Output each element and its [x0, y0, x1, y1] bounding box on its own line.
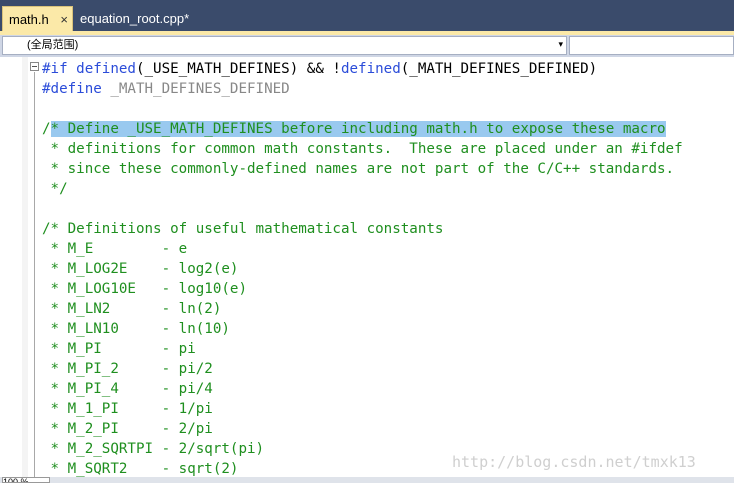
code-token: _MATH_DEFINES_DEFINED	[110, 81, 290, 97]
code-token: /	[42, 121, 51, 137]
change-margin	[22, 57, 28, 477]
code-line[interactable]: * definitions for common math constants.…	[42, 139, 734, 159]
close-icon[interactable]: ×	[60, 7, 68, 32]
member-dropdown[interactable]	[569, 36, 734, 55]
watermark: http://blog.csdn.net/tmxk13	[452, 453, 696, 471]
tab-label: equation_root.cpp*	[80, 11, 190, 26]
code-line[interactable]	[42, 99, 734, 119]
code-token: * M_1_PI - 1/pi	[42, 401, 213, 417]
code-token: * M_LOG2E - log2(e)	[42, 261, 239, 277]
code-line[interactable]	[42, 199, 734, 219]
code-token: */	[42, 181, 68, 197]
code-line[interactable]: * M_LN2 - ln(2)	[42, 299, 734, 319]
code-line[interactable]: * M_2_PI - 2/pi	[42, 419, 734, 439]
code-token: * M_PI_2 - pi/2	[42, 361, 213, 377]
scope-dropdown-value: (全局范围)	[27, 39, 79, 51]
scope-dropdown[interactable]: (全局范围) ▾	[2, 36, 567, 55]
code-token: * definitions for common math constants.…	[42, 141, 683, 157]
code-line[interactable]: * M_E - e	[42, 239, 734, 259]
code-token: * M_2_SQRTPI - 2/sqrt(pi)	[42, 441, 265, 457]
editor-gutter	[0, 57, 22, 477]
code-token: /* Definitions of useful mathematical co…	[42, 221, 444, 237]
code-line[interactable]: * M_PI_2 - pi/2	[42, 359, 734, 379]
tab-math-h[interactable]: math.h ×	[2, 6, 73, 31]
code-token: defined	[76, 61, 136, 77]
code-line[interactable]: * M_PI - pi	[42, 339, 734, 359]
code-token: (_MATH_DEFINES_DEFINED)	[400, 61, 598, 77]
code-line[interactable]: #if defined(_USE_MATH_DEFINES) && !defin…	[42, 59, 734, 79]
code-token: * M_LN10 - ln(10)	[42, 321, 230, 337]
code-line[interactable]: * M_PI_4 - pi/4	[42, 379, 734, 399]
code-token: (_USE_MATH_DEFINES) && !	[135, 61, 341, 77]
code-token: * M_LN2 - ln(2)	[42, 301, 222, 317]
code-line[interactable]: * M_LOG2E - log2(e)	[42, 259, 734, 279]
tab-equation-root[interactable]: equation_root.cpp*	[74, 6, 224, 31]
tab-label: math.h	[9, 12, 49, 27]
chevron-down-icon[interactable]: ▾	[558, 36, 563, 53]
code-line[interactable]: * M_LN10 - ln(10)	[42, 319, 734, 339]
code-token: defined	[340, 61, 401, 77]
zoom-level[interactable]: 100 %	[2, 477, 50, 483]
code-token: * M_PI - pi	[42, 341, 196, 357]
code-line[interactable]: #define _MATH_DEFINES_DEFINED	[42, 79, 734, 99]
code-token: * since these commonly-defined names are…	[42, 161, 675, 177]
code-line[interactable]: * M_LOG10E - log10(e)	[42, 279, 734, 299]
code-editor[interactable]: #if defined(_USE_MATH_DEFINES) && !defin…	[42, 59, 734, 479]
collapse-icon[interactable]	[30, 62, 39, 71]
outline-guide	[34, 72, 35, 477]
code-line[interactable]: */	[42, 179, 734, 199]
code-line[interactable]: /* Definitions of useful mathematical co…	[42, 219, 734, 239]
code-line[interactable]: /* Define _USE_MATH_DEFINES before inclu…	[42, 119, 734, 139]
code-token: * M_PI_4 - pi/4	[42, 381, 213, 397]
code-token: * Define _USE_MATH_DEFINES before includ…	[50, 121, 666, 137]
code-token: #define	[42, 81, 111, 97]
code-token: * M_E - e	[42, 241, 188, 257]
code-token: * M_2_PI - 2/pi	[42, 421, 213, 437]
code-token: #if	[42, 61, 77, 77]
code-token: * M_LOG10E - log10(e)	[42, 281, 247, 297]
code-line[interactable]: * M_1_PI - 1/pi	[42, 399, 734, 419]
code-line[interactable]: * since these commonly-defined names are…	[42, 159, 734, 179]
status-bar	[0, 477, 734, 483]
code-token: * M_SQRT2 - sqrt(2)	[42, 461, 239, 477]
